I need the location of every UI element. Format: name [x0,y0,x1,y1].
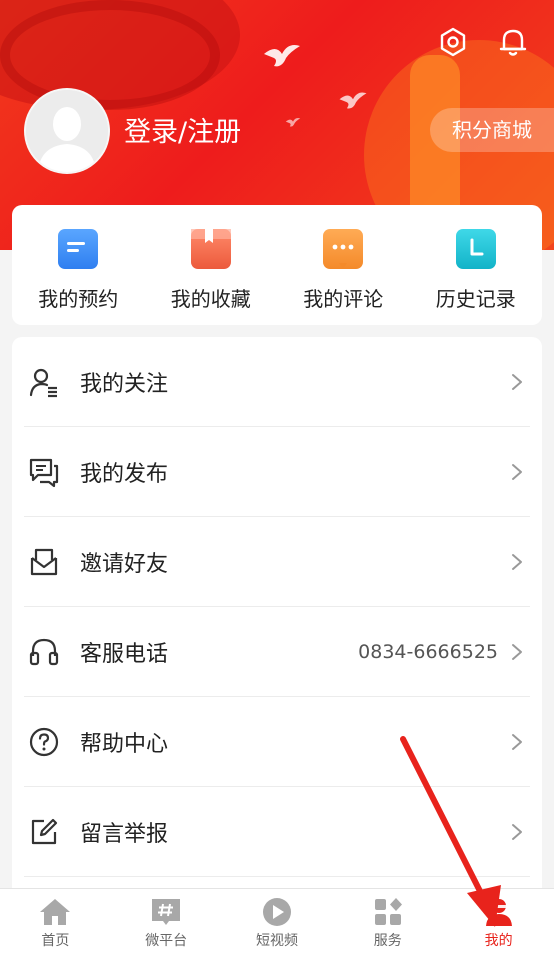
home-icon [40,899,71,925]
envelope-icon [26,544,62,580]
appointment-icon [58,229,99,269]
comment-bubble-icon [323,229,364,269]
quick-action-label: 我的预约 [38,287,119,311]
menu-item-customer-service[interactable]: 客服电话 0834-6666525 [24,607,530,697]
nav-label: 服务 [373,933,402,949]
quick-actions-card: 我的预约 我的收藏 我的评论 历史记录 [12,205,542,325]
service-phone-number: 0834-6666525 [358,640,498,663]
chevron-right-icon [512,553,522,570]
nav-label: 我的 [484,933,513,949]
notifications-button[interactable] [496,25,530,59]
quick-action-history[interactable]: 历史记录 [410,205,543,325]
nav-label: 首页 [41,933,70,949]
menu-item-label: 我的发布 [80,461,169,487]
avatar[interactable] [24,88,110,174]
menu-item-invite[interactable]: 邀请好友 [24,517,530,607]
menu-item-label: 邀请好友 [80,551,169,577]
chat-publish-icon [26,454,62,490]
menu-item-help[interactable]: 帮助中心 [24,697,530,787]
help-circle-icon [26,724,62,760]
menu-item-report[interactable]: 留言举报 [24,787,530,877]
nav-micro-platform[interactable]: 微平台 [111,889,222,959]
hashtag-icon [152,899,181,925]
quick-action-label: 历史记录 [435,287,516,311]
hexagon-settings-icon [440,27,466,57]
dove-icon [285,118,301,127]
user-follow-icon [26,364,62,400]
nav-mine[interactable]: 我的 [443,889,554,959]
grid-icon [374,898,402,925]
menu-item-label: 客服电话 [80,641,169,667]
quick-action-appointments[interactable]: 我的预约 [12,205,145,325]
dove-icon [264,45,300,67]
play-icon [262,898,291,926]
quick-action-favorites[interactable]: 我的收藏 [145,205,278,325]
menu-item-label: 我的关注 [80,371,169,397]
menu-item-label: 留言举报 [80,821,169,847]
menu-list: 我的关注 我的发布 邀请好友 客服电话 0834-6666525 帮助中心 留言… [12,337,542,897]
bell-icon [499,29,527,56]
headset-icon [26,634,62,670]
quick-action-label: 我的评论 [303,287,384,311]
quick-action-label: 我的收藏 [170,287,251,311]
header-actions [436,25,530,59]
edit-report-icon [26,814,62,850]
header-decor-ring [0,0,220,110]
history-clock-icon [455,229,496,269]
chevron-right-icon [512,733,522,750]
dove-icon [339,92,367,109]
points-mall-button[interactable]: 积分商城 [430,108,554,152]
menu-item-label: 帮助中心 [80,731,169,757]
profile-icon [485,899,512,926]
quick-action-comments[interactable]: 我的评论 [277,205,410,325]
chevron-right-icon [512,463,522,480]
menu-item-follow[interactable]: 我的关注 [24,337,530,427]
chevron-right-icon [512,823,522,840]
bottom-navigation: 首页 微平台 短视频 服务 我的 [0,888,554,959]
nav-label: 短视频 [255,933,298,949]
default-avatar-icon [26,90,108,172]
chevron-right-icon [512,643,522,660]
nav-label: 微平台 [145,933,188,949]
settings-button[interactable] [436,25,470,59]
menu-item-publish[interactable]: 我的发布 [24,427,530,517]
chevron-right-icon [512,373,522,390]
nav-home[interactable]: 首页 [0,889,111,959]
nav-short-video[interactable]: 短视频 [222,889,333,959]
favorites-book-icon [190,229,231,269]
nav-services[interactable]: 服务 [332,889,443,959]
login-register-link[interactable]: 登录/注册 [124,110,241,149]
